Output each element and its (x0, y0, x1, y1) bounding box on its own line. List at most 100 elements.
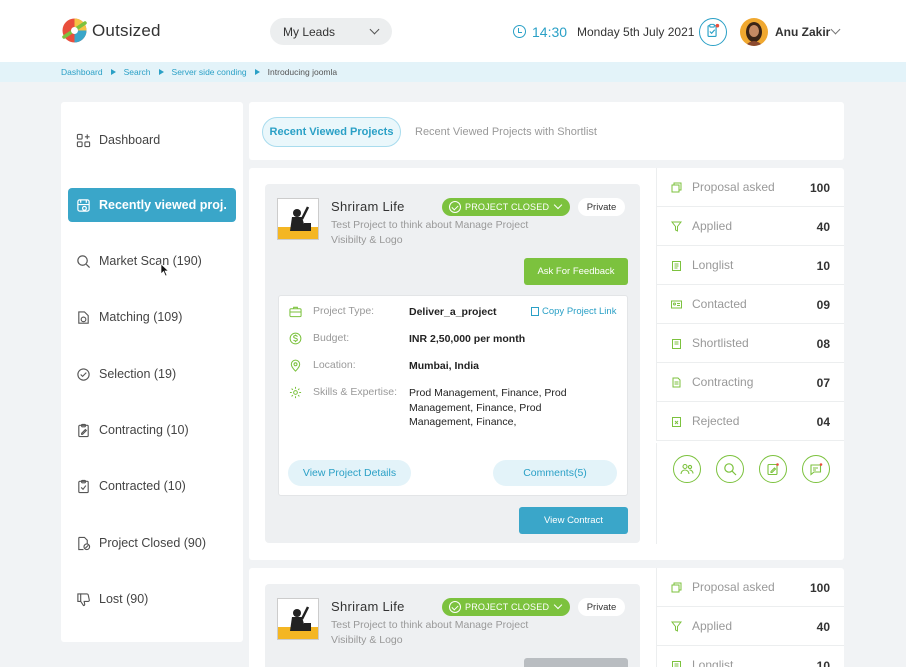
project-panel: Shriram Life PROJECT CLOSED Private Test… (249, 168, 844, 560)
stat-longlist[interactable]: Longlist 10 (656, 646, 844, 667)
search-icon (724, 463, 737, 476)
stat-label: Proposal asked (692, 180, 775, 194)
clipboard-icon (672, 260, 681, 271)
stat-value: 09 (816, 298, 830, 312)
stat-applied[interactable]: Applied 40 (656, 207, 844, 246)
sidebar-item-lost[interactable]: Lost (90) (68, 582, 236, 616)
sidebar-item-dashboard[interactable]: Dashboard (68, 123, 236, 157)
breadcrumb-separator-icon (110, 69, 116, 75)
app-logo[interactable]: Outsized (61, 17, 161, 44)
breadcrumb-link[interactable]: Server side conding (172, 67, 247, 77)
ask-feedback-button[interactable] (524, 658, 628, 667)
breadcrumb-current: Introducing joomla (267, 67, 338, 77)
breadcrumb-link[interactable]: Search (124, 67, 151, 77)
stat-proposal-asked[interactable]: Proposal asked 100 (656, 168, 844, 207)
view-project-details-button[interactable]: View Project Details (288, 460, 411, 486)
stat-label: Contracting (692, 375, 754, 389)
messages-button[interactable] (802, 455, 830, 483)
stat-value: 40 (816, 620, 830, 634)
breadcrumb-link[interactable]: Dashboard (61, 67, 103, 77)
sidebar-item-contracted[interactable]: Contracted (10) (68, 469, 236, 503)
edit-project-button[interactable] (759, 455, 787, 483)
gear-icon (289, 386, 302, 399)
sidebar-item-label: Market Scan (190) (99, 254, 202, 268)
project-card: Shriram Life PROJECT CLOSED Private Test… (265, 584, 640, 667)
outsized-logo-icon (62, 18, 87, 43)
tab-recent-viewed[interactable]: Recent Viewed Projects (262, 117, 401, 147)
check-circle-icon (449, 601, 461, 613)
sidebar-item-label: Selection (19) (99, 367, 177, 381)
clipboard-edit-icon (78, 423, 89, 437)
sidebar: Dashboard Recently viewed proj. Market S… (61, 102, 243, 642)
project-status-dropdown[interactable]: PROJECT CLOSED (442, 198, 570, 216)
app-name: Outsized (92, 20, 161, 40)
clipboard-icon (672, 660, 681, 667)
avatar[interactable] (740, 18, 768, 46)
top-bar: Outsized My Leads 14:30 Monday 5th July … (0, 0, 906, 62)
sidebar-item-market-scan[interactable]: Market Scan (190) (68, 244, 236, 278)
stat-contacted[interactable]: Contacted 09 (656, 285, 844, 324)
stat-value: 40 (816, 220, 830, 234)
recent-icon (77, 198, 90, 212)
users-icon (680, 463, 694, 475)
sidebar-item-label: Dashboard (99, 133, 161, 147)
sidebar-item-label: Contracting (10) (99, 423, 189, 437)
detail-skills: Skills & Expertise: Prod Management, Fin… (289, 386, 579, 430)
stat-longlist[interactable]: Longlist 10 (656, 246, 844, 285)
location-pin-icon (290, 359, 301, 372)
user-name[interactable]: Anu Zakir (775, 25, 830, 39)
sidebar-item-matching[interactable]: Matching (109) (68, 300, 236, 334)
stat-applied[interactable]: Applied 40 (656, 607, 844, 646)
stat-label: Shortlisted (692, 336, 749, 350)
project-status-dropdown[interactable]: PROJECT CLOSED (442, 598, 570, 616)
sidebar-item-project-closed[interactable]: Project Closed (90) (68, 526, 236, 560)
view-contract-button[interactable]: View Contract (519, 507, 628, 534)
breadcrumb: Dashboard Search Server side conding Int… (0, 62, 906, 82)
leads-selector[interactable]: My Leads (270, 18, 392, 45)
sidebar-item-recently-viewed[interactable]: Recently viewed proj. (68, 188, 236, 222)
stat-value: 100 (809, 581, 830, 595)
tasks-button[interactable] (699, 18, 727, 46)
user-photo-icon (740, 18, 768, 46)
sidebar-item-label: Lost (90) (99, 592, 149, 606)
copy-icon (531, 307, 539, 316)
document-icon (672, 377, 681, 387)
comments-button[interactable]: Comments(5) (493, 460, 617, 486)
filter-icon (671, 621, 682, 632)
project-description: Test Project to think about Manage Proje… (331, 619, 529, 646)
user-menu-chevron-icon[interactable] (830, 24, 841, 35)
stat-value: 10 (816, 659, 830, 667)
stat-value: 08 (816, 337, 830, 351)
clock-icon (513, 25, 526, 38)
detail-label: Location: (313, 359, 356, 371)
ask-feedback-button[interactable]: Ask For Feedback (524, 258, 628, 285)
stat-value: 100 (809, 181, 830, 195)
search-candidates-button[interactable] (716, 455, 744, 483)
stat-contracting[interactable]: Contracting 07 (656, 363, 844, 402)
company-name[interactable]: Shriram Life (331, 599, 405, 614)
stat-proposal-asked[interactable]: Proposal asked 100 (656, 568, 844, 607)
stat-label: Longlist (692, 258, 734, 272)
stat-shortlisted[interactable]: Shortlisted 08 (656, 324, 844, 363)
stat-rejected[interactable]: Rejected 04 (656, 402, 844, 441)
company-logo-icon (278, 599, 318, 639)
sidebar-item-contracting[interactable]: Contracting (10) (68, 413, 236, 447)
project-details: Project Type: Deliver_a_project Copy Pro… (278, 295, 628, 496)
stat-value: 04 (816, 415, 830, 429)
tab-recent-viewed-shortlist[interactable]: Recent Viewed Projects with Shortlist (415, 117, 597, 147)
clipboard-check-icon (78, 479, 89, 493)
stat-value: 07 (816, 376, 830, 390)
check-circle-icon (449, 201, 461, 213)
stat-label: Applied (692, 219, 733, 233)
detail-label: Project Type: (313, 305, 375, 317)
chevron-down-icon (369, 24, 380, 35)
candidates-button[interactable] (673, 455, 701, 483)
company-name[interactable]: Shriram Life (331, 199, 405, 214)
project-description: Test Project to think about Manage Proje… (331, 219, 529, 246)
search-icon (77, 254, 91, 268)
check-circle-icon (77, 367, 90, 381)
sidebar-item-selection[interactable]: Selection (19) (68, 357, 236, 391)
detail-label: Budget: (313, 332, 350, 344)
copy-project-link[interactable]: Copy Project Link (531, 306, 616, 317)
matching-icon (78, 310, 89, 324)
